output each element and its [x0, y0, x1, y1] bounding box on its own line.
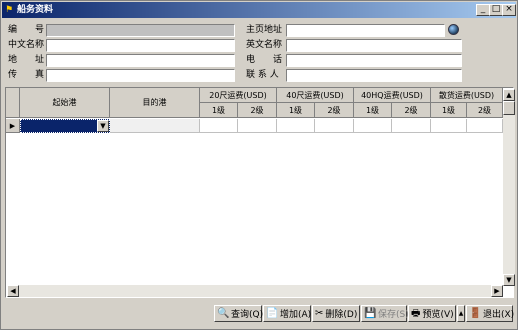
freight-20-lv2-cell[interactable]	[238, 119, 277, 133]
origin-port-cell[interactable]: ▼	[20, 119, 110, 133]
freight-40hq-header: 40HQ运费(USD)	[354, 88, 431, 103]
bulk-lv2-header[interactable]: 2级	[467, 103, 503, 118]
exit-button[interactable]: 🚪 退出(X)	[466, 305, 514, 322]
bulk-lv2-cell[interactable]	[467, 119, 503, 133]
en-name-field[interactable]	[286, 39, 462, 52]
freight-40hq-lv2-cell[interactable]	[392, 119, 431, 133]
scroll-down-arrow-icon[interactable]: ▼	[503, 274, 515, 286]
freight-40-lv2-header[interactable]: 2级	[315, 103, 354, 118]
code-field	[46, 24, 235, 37]
scroll-left-arrow-icon[interactable]: ◀	[7, 285, 19, 297]
address-field[interactable]	[46, 54, 235, 67]
code-label: 编 号	[8, 25, 45, 35]
exit-door-icon: 🚪	[469, 307, 482, 319]
address-label: 地 址	[8, 55, 45, 65]
freight-20-header: 20尺运费(USD)	[200, 88, 277, 103]
row-header-corner	[6, 88, 20, 118]
dest-port-header[interactable]: 目的港	[110, 88, 200, 118]
title-bar: ⚑ 船务资料 _ □ ×	[2, 2, 516, 18]
freight-20-lv2-header[interactable]: 2级	[238, 103, 277, 118]
maximize-button[interactable]: □	[489, 4, 503, 16]
dropdown-arrow-icon[interactable]: ▼	[97, 120, 109, 132]
query-button[interactable]: 🔍 查询(Q)	[214, 305, 263, 322]
bulk-lv1-cell[interactable]	[431, 119, 467, 133]
cn-name-label: 中文名称	[8, 40, 45, 50]
scroll-up-arrow-icon[interactable]: ▲	[503, 89, 515, 101]
save-button[interactable]: 💾 保存(S)	[361, 305, 409, 322]
freight-20-lv1-cell[interactable]	[200, 119, 238, 133]
bulk-lv1-header[interactable]: 1级	[431, 103, 467, 118]
vertical-scrollbar[interactable]: ▲ ▼	[503, 89, 515, 286]
freight-40hq-lv1-cell[interactable]	[354, 119, 392, 133]
globe-icon[interactable]	[448, 24, 459, 35]
new-document-icon: 📄	[266, 307, 279, 319]
preview-dropdown-button[interactable]: ▲	[457, 305, 465, 322]
preview-button[interactable]: 🖶 预览(V)	[408, 305, 456, 322]
freight-20-lv1-header[interactable]: 1级	[200, 103, 238, 118]
dropdown-arrow-icon: ▲	[458, 310, 464, 317]
homepage-field[interactable]	[286, 24, 445, 37]
magnifier-icon: 🔍	[217, 307, 230, 319]
delete-button[interactable]: ✂ 删除(D)	[312, 305, 360, 322]
window-title: 船务资料	[17, 5, 54, 15]
phone-label: 电 话	[246, 55, 283, 65]
freight-40-lv1-cell[interactable]	[277, 119, 315, 133]
freight-40-lv2-cell[interactable]	[315, 119, 354, 133]
freight-40-lv1-header[interactable]: 1级	[277, 103, 315, 118]
contact-field[interactable]	[286, 69, 462, 82]
close-button[interactable]: ×	[502, 4, 516, 16]
fax-label: 传 真	[8, 70, 45, 80]
origin-port-header[interactable]: 起始港	[20, 88, 110, 118]
freight-rate-grid[interactable]: 起始港 目的港 20尺运费(USD) 1级 2级 40尺运费(USD) 1级 2…	[5, 87, 515, 298]
vertical-scroll-thumb[interactable]	[503, 101, 515, 115]
current-row-indicator: ▶	[6, 119, 20, 133]
bulk-freight-header: 散货运费(USD)	[431, 88, 503, 103]
add-button[interactable]: 📄 增加(A)	[263, 305, 311, 322]
preview-icon: 🖶	[411, 307, 421, 319]
app-icon: ⚑	[5, 5, 14, 15]
cn-name-field[interactable]	[46, 39, 235, 52]
phone-field[interactable]	[286, 54, 462, 67]
floppy-disk-icon: 💾	[364, 307, 377, 319]
minimize-button[interactable]: _	[476, 4, 490, 16]
freight-40hq-lv2-header[interactable]: 2级	[392, 103, 431, 118]
scroll-right-arrow-icon[interactable]: ▶	[491, 285, 503, 297]
delete-icon: ✂	[315, 307, 324, 319]
freight-40hq-lv1-header[interactable]: 1级	[354, 103, 392, 118]
shipping-info-window: ⚑ 船务资料 _ □ × 编 号 中文名称 地 址 传 真 主页地址 英文名称 …	[0, 0, 518, 330]
en-name-label: 英文名称	[246, 40, 283, 50]
homepage-label: 主页地址	[246, 25, 283, 35]
fax-field[interactable]	[46, 69, 235, 82]
freight-40-header: 40尺运费(USD)	[277, 88, 354, 103]
dest-port-cell[interactable]	[110, 119, 200, 133]
contact-label: 联 系 人	[246, 70, 279, 80]
horizontal-scrollbar[interactable]: ◀ ▶	[7, 285, 503, 297]
